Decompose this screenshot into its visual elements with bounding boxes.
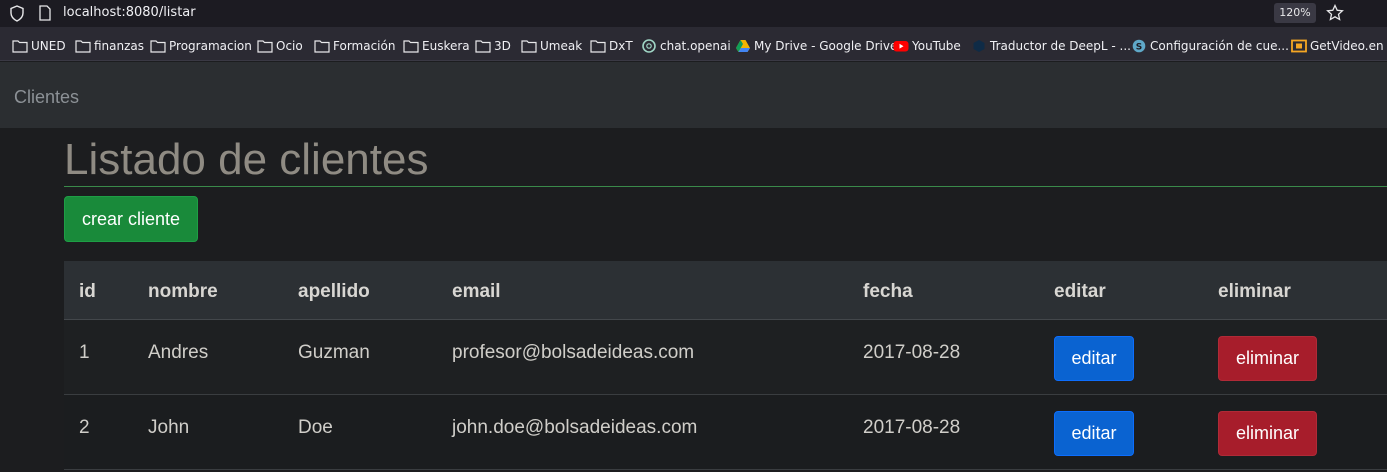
bookmark-label: Euskera (422, 39, 470, 53)
cell-id: 2 (79, 417, 90, 438)
header-editar: editar (1054, 281, 1106, 302)
cell-apellido: Guzman (298, 342, 370, 363)
bookmark-label: YouTube (912, 39, 961, 53)
folder-icon (150, 40, 166, 53)
bookmark-chat-openai[interactable]: chat.openai (641, 38, 731, 54)
page-icon (39, 5, 51, 21)
bookmark-label: DxT (609, 39, 633, 53)
cell-email: john.doe@bolsadeideas.com (452, 417, 698, 438)
bookmark-euskera[interactable]: Euskera (403, 38, 470, 54)
settings-site-icon: S (1132, 39, 1146, 53)
bookmark-label: My Drive - Google Drive (754, 39, 898, 53)
folder-icon (257, 40, 273, 53)
bookmark-uned[interactable]: UNED (12, 38, 66, 54)
shield-icon[interactable] (9, 5, 25, 22)
header-email: email (452, 281, 501, 302)
bookmark-configuracion[interactable]: S Configuración de cue... (1131, 38, 1289, 54)
main-content: Listado de clientes crear cliente id nom… (64, 128, 1387, 472)
bookmark-label: Programacion (169, 39, 252, 53)
bookmark-deepl[interactable]: Traductor de DeepL - ... (971, 38, 1131, 54)
bookmark-label: chat.openai (660, 39, 731, 53)
cell-fecha: 2017-08-28 (863, 417, 961, 438)
bookmark-dxt[interactable]: DxT (590, 38, 633, 54)
bookmark-3d[interactable]: 3D (475, 38, 511, 54)
bookmark-programacion[interactable]: Programacion (150, 38, 252, 54)
folder-icon (521, 40, 537, 53)
table-row: 1 Andres Guzman profesor@bolsadeideas.co… (64, 320, 1387, 395)
bookmark-label: 3D (494, 39, 511, 53)
bookmark-umeak[interactable]: Umeak (521, 38, 582, 54)
bookmark-formacion[interactable]: Formación (314, 38, 395, 54)
delete-button[interactable]: eliminar (1218, 411, 1317, 456)
cell-apellido: Doe (298, 417, 333, 438)
header-eliminar: eliminar (1218, 281, 1291, 302)
edit-button[interactable]: editar (1054, 336, 1134, 381)
bookmark-label: finanzas (94, 39, 145, 53)
openai-icon (642, 39, 656, 53)
bookmark-label: Formación (333, 39, 396, 53)
table-row: 2 John Doe john.doe@bolsadeideas.com 201… (64, 395, 1387, 470)
create-client-button[interactable]: crear cliente (64, 196, 198, 242)
app-navbar: Clientes (0, 62, 1387, 128)
cell-nombre: John (148, 417, 190, 438)
folder-icon (75, 40, 91, 53)
bookmark-label: GetVideo.en | D (1310, 39, 1387, 53)
bookmark-label: Traductor de DeepL - ... (990, 39, 1131, 53)
bookmark-getvideo[interactable]: GetVideo.en | D (1291, 38, 1387, 54)
cell-id: 1 (79, 342, 90, 363)
folder-icon (314, 40, 330, 53)
cell-email: profesor@bolsadeideas.com (452, 342, 695, 363)
header-id: id (79, 281, 96, 302)
page-title: Listado de clientes (64, 135, 429, 184)
google-drive-icon (736, 40, 750, 52)
browser-url-bar: localhost:8080/listar 120% (0, 0, 1387, 27)
bookmark-label: Configuración de cue... (1150, 39, 1289, 53)
folder-icon (590, 40, 606, 53)
deepl-icon (973, 40, 985, 52)
bookmark-youtube[interactable]: YouTube (893, 38, 961, 54)
youtube-icon (893, 41, 909, 52)
bookmark-google-drive[interactable]: My Drive - Google Drive (735, 38, 897, 54)
bookmark-label: Umeak (540, 39, 583, 53)
bookmarks-toolbar: UNED finanzas Programacion Ocio Formació… (0, 27, 1387, 61)
bookmark-finanzas[interactable]: finanzas (75, 38, 144, 54)
delete-button[interactable]: eliminar (1218, 336, 1317, 381)
svg-text:S: S (1136, 43, 1142, 53)
getvideo-icon (1291, 39, 1307, 53)
cell-nombre: Andres (148, 342, 209, 363)
folder-icon (12, 40, 28, 53)
header-apellido: apellido (298, 281, 370, 302)
star-icon[interactable] (1326, 4, 1344, 22)
table-header: id nombre apellido email fecha editar el… (64, 261, 1387, 320)
folder-icon (475, 40, 491, 53)
bookmark-label: Ocio (276, 39, 303, 53)
cell-fecha: 2017-08-28 (863, 342, 961, 363)
navbar-brand[interactable]: Clientes (14, 87, 79, 108)
bookmark-label: UNED (31, 39, 66, 53)
header-nombre: nombre (148, 281, 218, 302)
title-divider (64, 186, 1387, 187)
folder-icon (403, 40, 419, 53)
address-text[interactable]: localhost:8080/listar (63, 5, 196, 20)
edit-button[interactable]: editar (1054, 411, 1134, 456)
bookmark-ocio[interactable]: Ocio (257, 38, 303, 54)
header-fecha: fecha (863, 281, 913, 302)
zoom-level-badge[interactable]: 120% (1274, 3, 1316, 23)
